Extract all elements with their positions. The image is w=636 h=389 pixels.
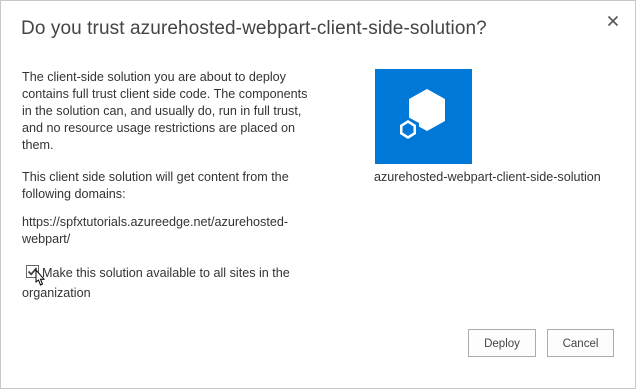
app-name: azurehosted-webpart-client-side-solution [374,170,601,184]
office-app-icon [397,89,445,142]
trust-dialog: Do you trust azurehosted-webpart-client-… [0,0,636,389]
cancel-button[interactable]: Cancel [547,329,614,357]
dialog-title: Do you trust azurehosted-webpart-client-… [21,18,487,39]
close-icon [607,15,619,27]
checkmark-icon [27,267,38,276]
tenant-wide-deploy-option[interactable]: Make this solution available to all site… [22,263,322,303]
app-tile [375,69,472,164]
close-button[interactable] [605,13,621,29]
trust-warning-text: The client-side solution you are about t… [22,70,308,152]
tenant-wide-checkbox[interactable] [26,265,39,278]
tenant-wide-checkbox-label[interactable]: Make this solution available to all site… [22,263,312,303]
deploy-button[interactable]: Deploy [468,329,536,357]
domains-text: This client side solution will get conte… [22,170,289,201]
domain-url: https://spfxtutorials.azureedge.net/azur… [22,215,289,246]
